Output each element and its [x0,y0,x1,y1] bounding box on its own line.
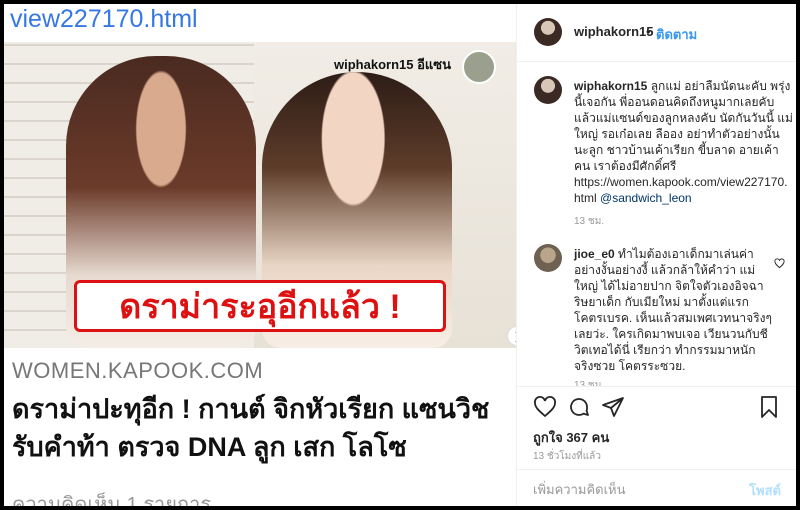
chevron-right-icon[interactable] [507,326,516,346]
details-panel: wiphakorn15 • ติดตาม wiphakorn15 ลูกแม่ … [516,4,796,506]
comment-username[interactable]: jioe_e0 [574,247,615,261]
avatar[interactable] [534,244,562,272]
comments-list[interactable]: wiphakorn15 ลูกแม่ อย่าลืมนัดนะคับ พรุ่ง… [517,62,796,386]
post-media[interactable]: view227170.html wiphakorn15 อีแซน ดราม่า… [4,4,516,506]
share-icon[interactable] [601,395,625,419]
post-time: 13 ชั่วโมงที่แล้ว [533,451,601,462]
comment-body: ลูกแม่ อย่าลืมนัดนะคับ พรุ่งนี้เจอกัน พี… [574,79,793,205]
post-modal: view227170.html wiphakorn15 อีแซน ดราม่า… [4,4,796,506]
post-photo: wiphakorn15 อีแซน ดราม่าระอุอีกแล้ว ! [4,42,516,348]
drama-banner: ดราม่าระอุอีกแล้ว ! [74,280,446,332]
header-username[interactable]: wiphakorn15 [574,24,653,39]
overlay-username: wiphakorn15 อีแซน [334,57,451,72]
comment-time: 13 ชม. [574,380,605,386]
like-count[interactable]: ถูกใจ 367 คน [533,427,609,448]
url-text: view227170.html [10,5,198,33]
post-header: wiphakorn15 • ติดตาม [517,4,796,62]
caption-comment: wiphakorn15 ลูกแม่ อย่าลืมนัดนะคับ พรุ่ง… [574,78,794,206]
url-strip: view227170.html [4,4,516,42]
post-button[interactable]: โพสต์ [749,480,781,501]
preview-domain: WOMEN.KAPOOK.COM [12,358,264,383]
bookmark-icon[interactable] [757,395,781,419]
link-preview-card[interactable]: WOMEN.KAPOOK.COM ดราม่าปะทุอีก ! กานต์ จ… [4,348,516,506]
overlay-avatar [462,50,496,84]
preview-headline: ดราม่าปะทุอีก ! กานต์ จิกหัวเรียก แซนวิช… [12,394,490,462]
comment-body: ทำไมต้องเอาเด็กมาเล่นค่าอย่างงั้นอย่างงี… [574,247,772,373]
comment-time: 13 ชม. [574,216,605,227]
add-comment-bar: โพสต์ [517,469,796,506]
comment-username[interactable]: wiphakorn15 [574,79,647,93]
avatar[interactable] [534,76,562,104]
follow-button[interactable]: ติดตาม [656,24,697,45]
comment: jioe_e0 ทำไมต้องเอาเด็กมาเล่นค่าอย่างงั้… [574,246,774,374]
mention-link[interactable]: @sandwich_leon [600,191,692,205]
action-bar: ถูกใจ 367 คน 13 ชั่วโมงที่แล้ว โพสต์ [517,386,796,506]
heart-icon[interactable] [533,395,557,419]
comment-input[interactable] [533,480,733,498]
avatar[interactable] [534,18,562,46]
comment-icon[interactable] [567,395,591,419]
separator-dot: • [646,24,651,39]
heart-icon[interactable] [774,256,785,269]
preview-comment-count: ความคิดเห็น 1 รายการ [12,494,212,506]
